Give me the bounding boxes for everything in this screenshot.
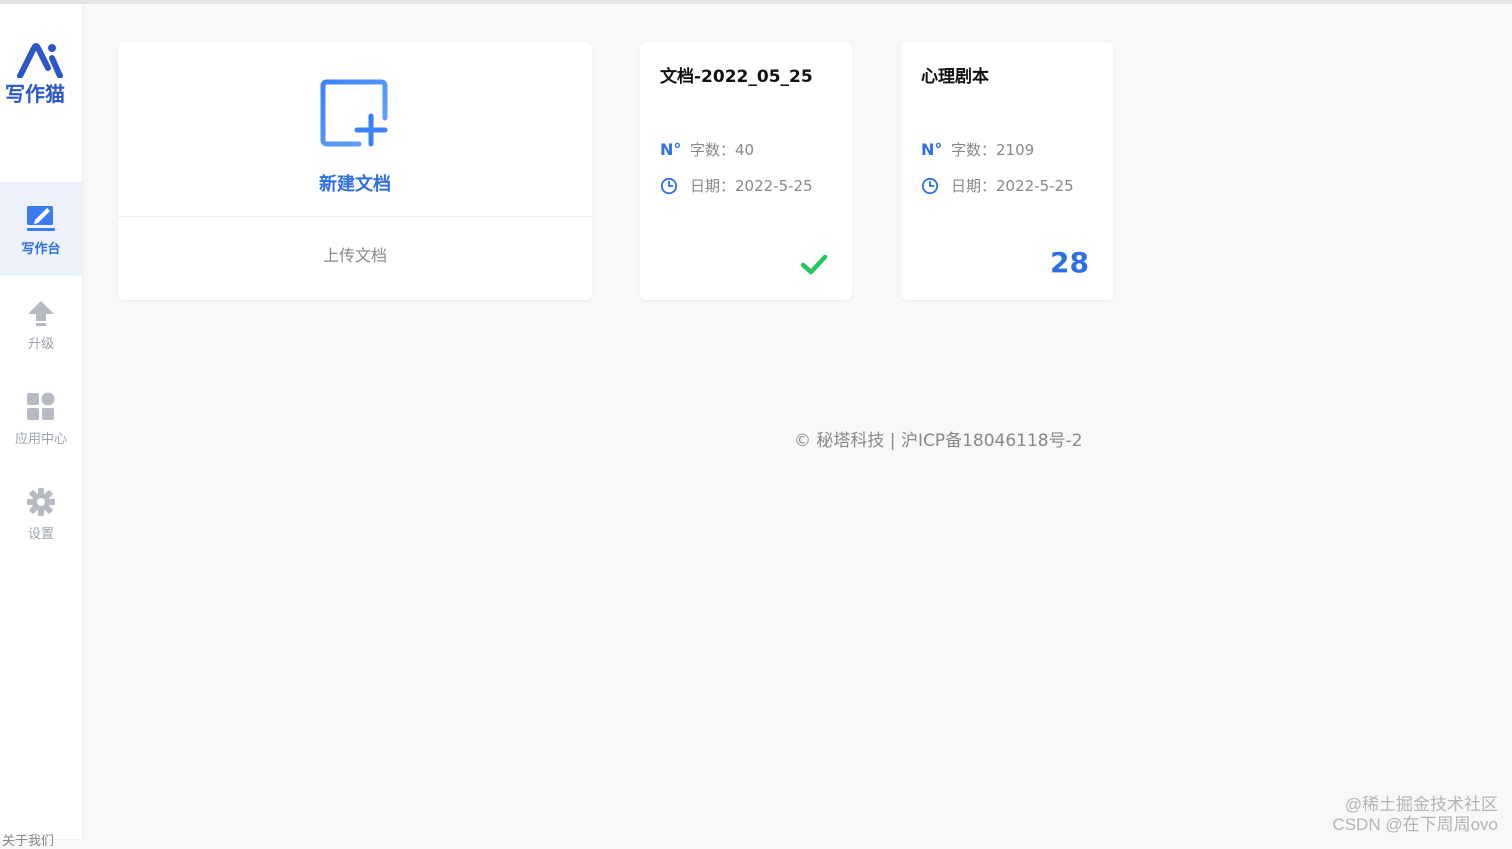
clock-icon (921, 177, 943, 195)
document-title: 文档-2022_05_25 (660, 67, 813, 87)
check-icon (800, 254, 828, 275)
word-count-row: N° 字数： 2109 (921, 139, 1034, 160)
divider (118, 216, 592, 217)
document-card[interactable]: 心理剧本 N° 字数： 2109 日期： 2022-5-25 28 (901, 42, 1113, 300)
sidebar-item-settings[interactable]: 设置 (0, 467, 82, 561)
logo-mark-icon (17, 43, 63, 78)
sidebar-item-label: 设置 (27, 527, 54, 542)
logo[interactable]: 写作猫 (0, 42, 82, 112)
document-title: 心理剧本 (921, 67, 989, 87)
date-value: 2022-5-25 (996, 176, 1074, 195)
date-label: 日期： (951, 177, 997, 195)
sidebar-item-upgrade[interactable]: 升级 (0, 277, 82, 371)
word-count-label: 字数： (951, 141, 997, 159)
word-count-value: 2109 (996, 140, 1035, 159)
sidebar: 写作猫 写作台 升级 应用中心 设置 关于我们 (0, 4, 82, 849)
word-count-value: 40 (735, 140, 755, 159)
sidebar-item-label: 写作台 (21, 242, 61, 257)
watermark: @稀土掘金技术社区 CSDN @在下周周ovo (1332, 795, 1498, 835)
word-count-label: 字数： (690, 141, 736, 159)
apps-grid-icon (27, 392, 55, 420)
sidebar-item-label: 升级 (27, 337, 54, 352)
word-count-row: N° 字数： 40 (660, 139, 754, 160)
sidebar-item-workbench[interactable]: 写作台 (0, 182, 82, 276)
top-border (0, 0, 1512, 4)
gear-icon (27, 488, 55, 516)
new-document-button[interactable]: 新建文档 (118, 42, 592, 216)
numero-icon: N° (921, 140, 943, 159)
count-badge: 28 (1050, 246, 1089, 279)
logo-text: 写作猫 (5, 82, 65, 106)
upload-document-button[interactable]: 上传文档 (118, 242, 592, 266)
about-link[interactable]: 关于我们 (2, 830, 54, 849)
footer-copyright: © 秘塔科技 | 沪ICP备18046118号-2 (794, 431, 1083, 451)
numero-icon: N° (660, 140, 682, 159)
date-label: 日期： (690, 177, 736, 195)
date-value: 2022-5-25 (735, 176, 813, 195)
date-row: 日期： 2022-5-25 (921, 175, 1074, 196)
document-card[interactable]: 文档-2022_05_25 N° 字数： 40 日期： 2022-5-25 (640, 42, 852, 300)
sidebar-item-apps[interactable]: 应用中心 (0, 372, 82, 466)
date-row: 日期： 2022-5-25 (660, 175, 813, 196)
edit-icon (27, 206, 55, 231)
new-document-icon (320, 79, 388, 147)
upgrade-arrow-icon (28, 301, 54, 326)
watermark-line: @稀土掘金技术社区 (1344, 795, 1498, 814)
new-document-label: 新建文档 (319, 174, 391, 195)
sidebar-item-label: 应用中心 (14, 432, 67, 447)
clock-icon (660, 177, 682, 195)
new-document-card: 新建文档 上传文档 (118, 42, 592, 300)
watermark-line: CSDN @在下周周ovo (1332, 815, 1498, 834)
